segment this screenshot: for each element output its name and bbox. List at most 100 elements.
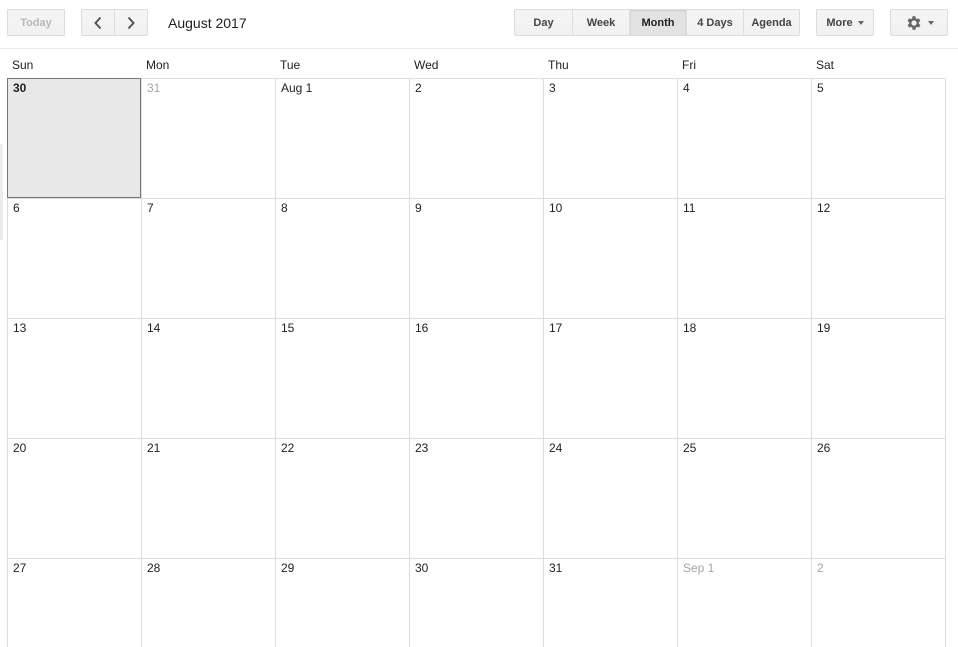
day-number[interactable]: 20 [13, 441, 26, 455]
week-row: 20 21 22 23 24 25 26 [7, 438, 946, 558]
day-cell[interactable]: 15 [275, 318, 409, 438]
today-button[interactable]: Today [7, 9, 65, 36]
day-number[interactable]: 6 [13, 201, 20, 215]
day-number[interactable]: 29 [281, 561, 294, 575]
day-number[interactable]: 28 [147, 561, 160, 575]
day-number[interactable]: 26 [817, 441, 830, 455]
day-number[interactable]: 11 [683, 201, 695, 215]
view-day-button[interactable]: Day [515, 10, 572, 35]
view-4days-button[interactable]: 4 Days [686, 10, 743, 35]
week-row: 30 31 Aug 1 2 3 4 5 [7, 78, 946, 198]
day-cell[interactable]: 27 [7, 558, 141, 647]
caret-down-icon [857, 20, 864, 25]
day-cell[interactable]: 21 [141, 438, 275, 558]
day-number[interactable]: 30 [415, 561, 428, 575]
day-number[interactable]: 18 [683, 321, 696, 335]
day-cell[interactable]: 2 [811, 558, 946, 647]
day-cell[interactable]: 17 [543, 318, 677, 438]
day-number[interactable]: 31 [147, 81, 160, 95]
day-cell[interactable]: 22 [275, 438, 409, 558]
day-cell[interactable]: 24 [543, 438, 677, 558]
day-number[interactable]: 13 [13, 321, 26, 335]
day-cell[interactable]: 28 [141, 558, 275, 647]
day-cell[interactable]: 13 [7, 318, 141, 438]
day-cell[interactable]: 25 [677, 438, 811, 558]
day-number[interactable]: 10 [549, 201, 562, 215]
day-cell[interactable]: 23 [409, 438, 543, 558]
calendar-toolbar: Today August 2017 Day Week Month 4 Days … [0, 0, 958, 49]
previous-button[interactable] [82, 10, 114, 35]
day-number[interactable]: 8 [281, 201, 288, 215]
day-cell[interactable]: 9 [409, 198, 543, 318]
day-cell[interactable]: 10 [543, 198, 677, 318]
day-cell[interactable]: 31 [141, 78, 275, 198]
day-number[interactable]: 9 [415, 201, 422, 215]
day-number[interactable]: 22 [281, 441, 294, 455]
next-button[interactable] [114, 10, 147, 35]
day-number[interactable]: 23 [415, 441, 428, 455]
weekday-label: Sun [12, 58, 34, 72]
day-cell[interactable]: 8 [275, 198, 409, 318]
day-cell[interactable]: 26 [811, 438, 946, 558]
day-number[interactable]: 31 [549, 561, 562, 575]
day-cell[interactable]: 14 [141, 318, 275, 438]
day-number[interactable]: 5 [817, 81, 824, 95]
day-number[interactable]: 25 [683, 441, 696, 455]
day-number[interactable]: 14 [147, 321, 160, 335]
day-cell[interactable]: 6 [7, 198, 141, 318]
day-number[interactable]: 27 [13, 561, 26, 575]
weekday-label: Thu [548, 58, 569, 72]
settings-button[interactable] [890, 9, 948, 36]
day-cell[interactable]: 16 [409, 318, 543, 438]
day-number[interactable]: 16 [415, 321, 428, 335]
view-agenda-button[interactable]: Agenda [743, 10, 799, 35]
weekday-label: Wed [414, 58, 439, 72]
chevron-right-icon [127, 16, 135, 29]
day-number[interactable]: Sep 1 [683, 561, 714, 575]
view-week-button[interactable]: Week [572, 10, 629, 35]
day-cell-today[interactable]: 30 [7, 78, 141, 198]
day-cell[interactable]: Sep 1 [677, 558, 811, 647]
weekday-label: Mon [146, 58, 170, 72]
day-number[interactable]: 2 [415, 81, 422, 95]
day-number[interactable]: 4 [683, 81, 690, 95]
day-number[interactable]: 2 [817, 561, 824, 575]
day-cell[interactable]: 19 [811, 318, 946, 438]
day-cell[interactable]: 12 [811, 198, 946, 318]
day-cell[interactable]: 29 [275, 558, 409, 647]
day-number[interactable]: 12 [817, 201, 830, 215]
day-number[interactable]: 7 [147, 201, 154, 215]
day-cell[interactable]: 5 [811, 78, 946, 198]
day-number[interactable]: 17 [549, 321, 562, 335]
day-cell[interactable]: 4 [677, 78, 811, 198]
weekday-label: Fri [682, 58, 696, 72]
side-panel-handle[interactable] [0, 144, 3, 240]
day-number[interactable]: Aug 1 [281, 81, 312, 95]
month-grid: 30 31 Aug 1 2 3 4 5 6 7 8 9 10 11 12 13 14 15 16 17 18 19 20 2… [7, 78, 946, 647]
day-number[interactable]: 24 [549, 441, 562, 455]
week-row: 6 7 8 9 10 11 12 [7, 198, 946, 318]
date-navigation [81, 9, 148, 36]
day-cell[interactable]: 11 [677, 198, 811, 318]
day-cell[interactable]: 31 [543, 558, 677, 647]
day-cell[interactable]: 20 [7, 438, 141, 558]
day-cell[interactable]: 30 [409, 558, 543, 647]
day-cell[interactable]: 2 [409, 78, 543, 198]
day-cell[interactable]: Aug 1 [275, 78, 409, 198]
day-number[interactable]: 3 [549, 81, 556, 95]
weekday-header: Sun Mon Tue Wed Thu Fri Sat [7, 56, 946, 78]
more-button[interactable]: More [816, 9, 874, 36]
weekday-label: Tue [280, 58, 301, 72]
day-cell[interactable]: 3 [543, 78, 677, 198]
day-number[interactable]: 30 [13, 81, 26, 95]
day-number[interactable]: 19 [817, 321, 830, 335]
day-number[interactable]: 15 [281, 321, 294, 335]
day-cell[interactable]: 18 [677, 318, 811, 438]
view-switcher: Day Week Month 4 Days Agenda [514, 9, 800, 36]
more-label: More [826, 16, 853, 29]
day-cell[interactable]: 7 [141, 198, 275, 318]
view-month-button[interactable]: Month [629, 10, 686, 35]
gear-icon [907, 15, 920, 30]
day-number[interactable]: 21 [147, 441, 160, 455]
weekday-label: Sat [816, 58, 835, 72]
